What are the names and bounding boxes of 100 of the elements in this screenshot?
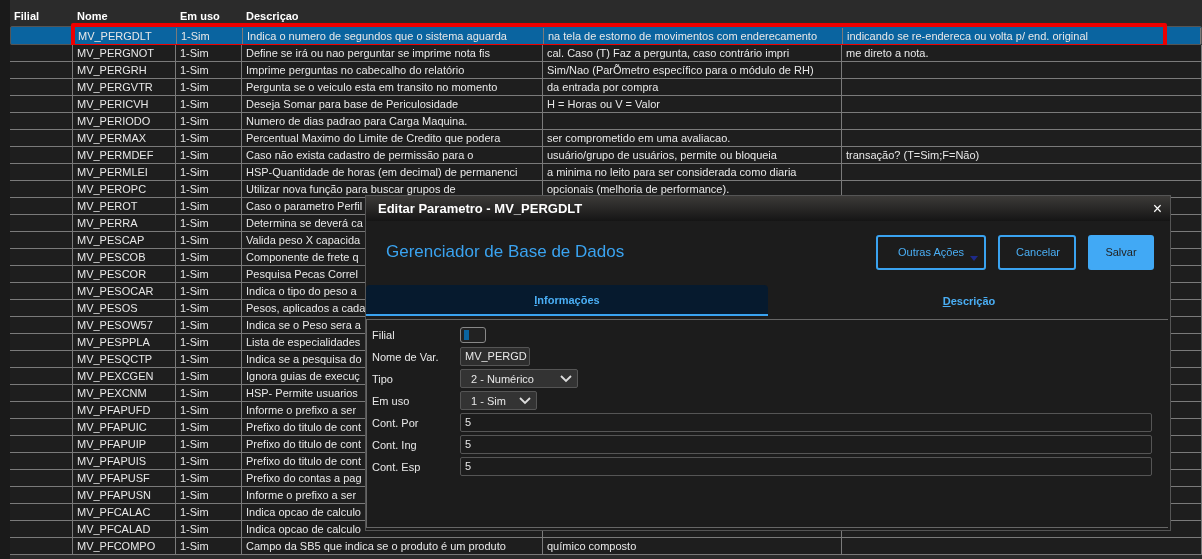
column-header[interactable]: Em uso (176, 9, 242, 22)
table-cell: 1-Sim (176, 113, 242, 129)
tab[interactable]: Informações (366, 285, 768, 316)
table-cell: na tela de estorno de movimentos com enderecamento (544, 27, 843, 44)
actions-menu-button[interactable]: Outras Ações (876, 234, 986, 270)
table-cell: Imprime perguntas no cabecalho do relatório (242, 62, 543, 78)
table-cell: MV_PERGVTR (73, 79, 176, 95)
table-cell: MV_PESCAP (73, 232, 176, 248)
table-cell: MV_PERMDEF (73, 147, 176, 163)
table-cell: MV_PFCALAC (73, 504, 176, 520)
table-cell: MV_PEROPC (73, 181, 176, 197)
table-cell: cal. Caso (T) Faz a pergunta, caso contrário impri (543, 45, 842, 61)
field-label: Tipo (372, 372, 394, 385)
table-cell: 1-Sim (176, 96, 242, 112)
table-cell: Pergunta se o veiculo esta em transito no momento (242, 79, 543, 95)
table-cell: MV_PESPPLA (73, 334, 176, 350)
table-cell: Numero de dias padrao para Carga Maquina. (242, 113, 543, 129)
caret-icon (970, 255, 978, 261)
table-cell: MV_PERGNOT (73, 45, 176, 61)
table-cell: 1-Sim (176, 164, 242, 180)
table-cell: 1-Sim (176, 470, 242, 486)
table-cell: 1-Sim (176, 521, 242, 537)
column-header[interactable]: Nome (73, 9, 176, 22)
table-cell: químico composto (543, 538, 842, 554)
table-cell: indicando se re-endereca ou volta p/ end. original (843, 27, 1201, 44)
column-header[interactable]: Descriçao (242, 9, 543, 22)
table-cell: 1-Sim (176, 538, 242, 554)
field-label: Cont. Por (372, 416, 420, 429)
table-cell: 1-Sim (176, 45, 242, 61)
table-cell: MV_PEXCNM (73, 385, 176, 401)
table-cell: 1-Sim (176, 147, 242, 163)
table-cell: Caso não exista cadastro de permissão para o (242, 147, 543, 163)
table-cell: MV_PESOW57 (73, 317, 176, 333)
table-cell: Define se irá ou nao perguntar se imprime nota fis (242, 45, 543, 61)
table-cell: 1-Sim (176, 385, 242, 401)
table-cell: 1-Sim (176, 419, 242, 435)
table-cell: 1-Sim (176, 130, 242, 146)
table-cell: MV_PFAPUSN (73, 487, 176, 503)
table-cell: 1-Sim (176, 249, 242, 265)
table-cell: Deseja Somar para base de Periculosidade (242, 96, 543, 112)
table-cell: 1-Sim (177, 27, 243, 44)
input-field[interactable]: 5 (460, 457, 1152, 476)
table-cell: MV_PESQCTP (73, 351, 176, 367)
table-cell: MV_PERMAX (73, 130, 176, 146)
table-cell: 1-Sim (176, 232, 242, 248)
table-cell: MV_PFAPUFD (73, 402, 176, 418)
save-button[interactable]: Salvar (1088, 234, 1154, 270)
table-cell: Percentual Maximo do Limite de Credito que podera (242, 130, 543, 146)
table-cell: MV_PESCOR (73, 266, 176, 282)
table-cell: MV_PFCALAD (73, 521, 176, 537)
cancel-button[interactable]: Cancelar (998, 234, 1076, 270)
table-cell: 1-Sim (176, 504, 242, 520)
table-cell: H = Horas ou V = Valor (543, 96, 842, 112)
table-cell: 1-Sim (176, 317, 242, 333)
input-field[interactable]: MV_PERGD (460, 347, 530, 366)
chevron-icon (519, 396, 531, 405)
table-cell: 1-Sim (176, 351, 242, 367)
input-field[interactable]: 5 (460, 435, 1152, 454)
table-cell: 1-Sim (176, 266, 242, 282)
table-cell: MV_PFAPUIS (73, 453, 176, 469)
table-cell: 1-Sim (176, 453, 242, 469)
close-button[interactable]: × (1152, 199, 1162, 218)
table-cell: MV_PEROT (73, 198, 176, 214)
toggle-field[interactable] (460, 326, 486, 343)
table-cell: Sim/Nao (ParÕmetro específico para o módulo de RH) (543, 62, 842, 78)
table-cell: Campo da SB5 que indica se o produto é um produto (242, 538, 543, 554)
chevron-icon (560, 374, 572, 383)
table-cell: 1-Sim (176, 79, 242, 95)
table-cell: MV_PFAPUIC (73, 419, 176, 435)
table-cell: MV_PFCOMPO (73, 538, 176, 554)
table-cell: MV_PERIODO (73, 113, 176, 129)
table-cell: MV_PERRA (73, 215, 176, 231)
select-field[interactable]: 2 - Numérico (460, 369, 578, 388)
table-cell: a minima no leito para ser considerada como diaria (543, 164, 842, 180)
table-cell: MV_PEXCGEN (73, 368, 176, 384)
table-cell: Indica o numero de segundos que o sistema aguarda (243, 27, 544, 44)
field-label: Cont. Ing (372, 438, 418, 451)
table-cell: MV_PFAPUIP (73, 436, 176, 452)
table-cell: da entrada por compra (543, 79, 842, 95)
table-cell: me direto a nota. (842, 45, 1202, 61)
table-cell: 1-Sim (176, 436, 242, 452)
table-cell: MV_PERGDLT (74, 27, 177, 44)
table-cell: 1-Sim (176, 181, 242, 197)
table-cell: HSP-Quantidade de horas (em decimal) de permanenci (242, 164, 543, 180)
table-cell: 1-Sim (176, 334, 242, 350)
table-cell: 1-Sim (176, 215, 242, 231)
table-cell: usuário/grupo de usuários, permite ou bloqueia (543, 147, 842, 163)
field-label: Nome de Var. (372, 350, 440, 363)
table-cell: 1-Sim (176, 300, 242, 316)
table-cell: 1-Sim (176, 402, 242, 418)
table-cell: 1-Sim (176, 62, 242, 78)
table-cell: MV_PERGRH (73, 62, 176, 78)
table-cell: MV_PESOS (73, 300, 176, 316)
table-cell: MV_PERICVH (73, 96, 176, 112)
select-field[interactable]: 1 - Sim (460, 391, 537, 410)
table-cell: MV_PERMLEI (73, 164, 176, 180)
column-header[interactable]: Filial (10, 9, 73, 22)
table-cell: 1-Sim (176, 368, 242, 384)
table-cell: transação? (T=Sim;F=Não) (842, 147, 1202, 163)
input-field[interactable]: 5 (460, 413, 1152, 432)
